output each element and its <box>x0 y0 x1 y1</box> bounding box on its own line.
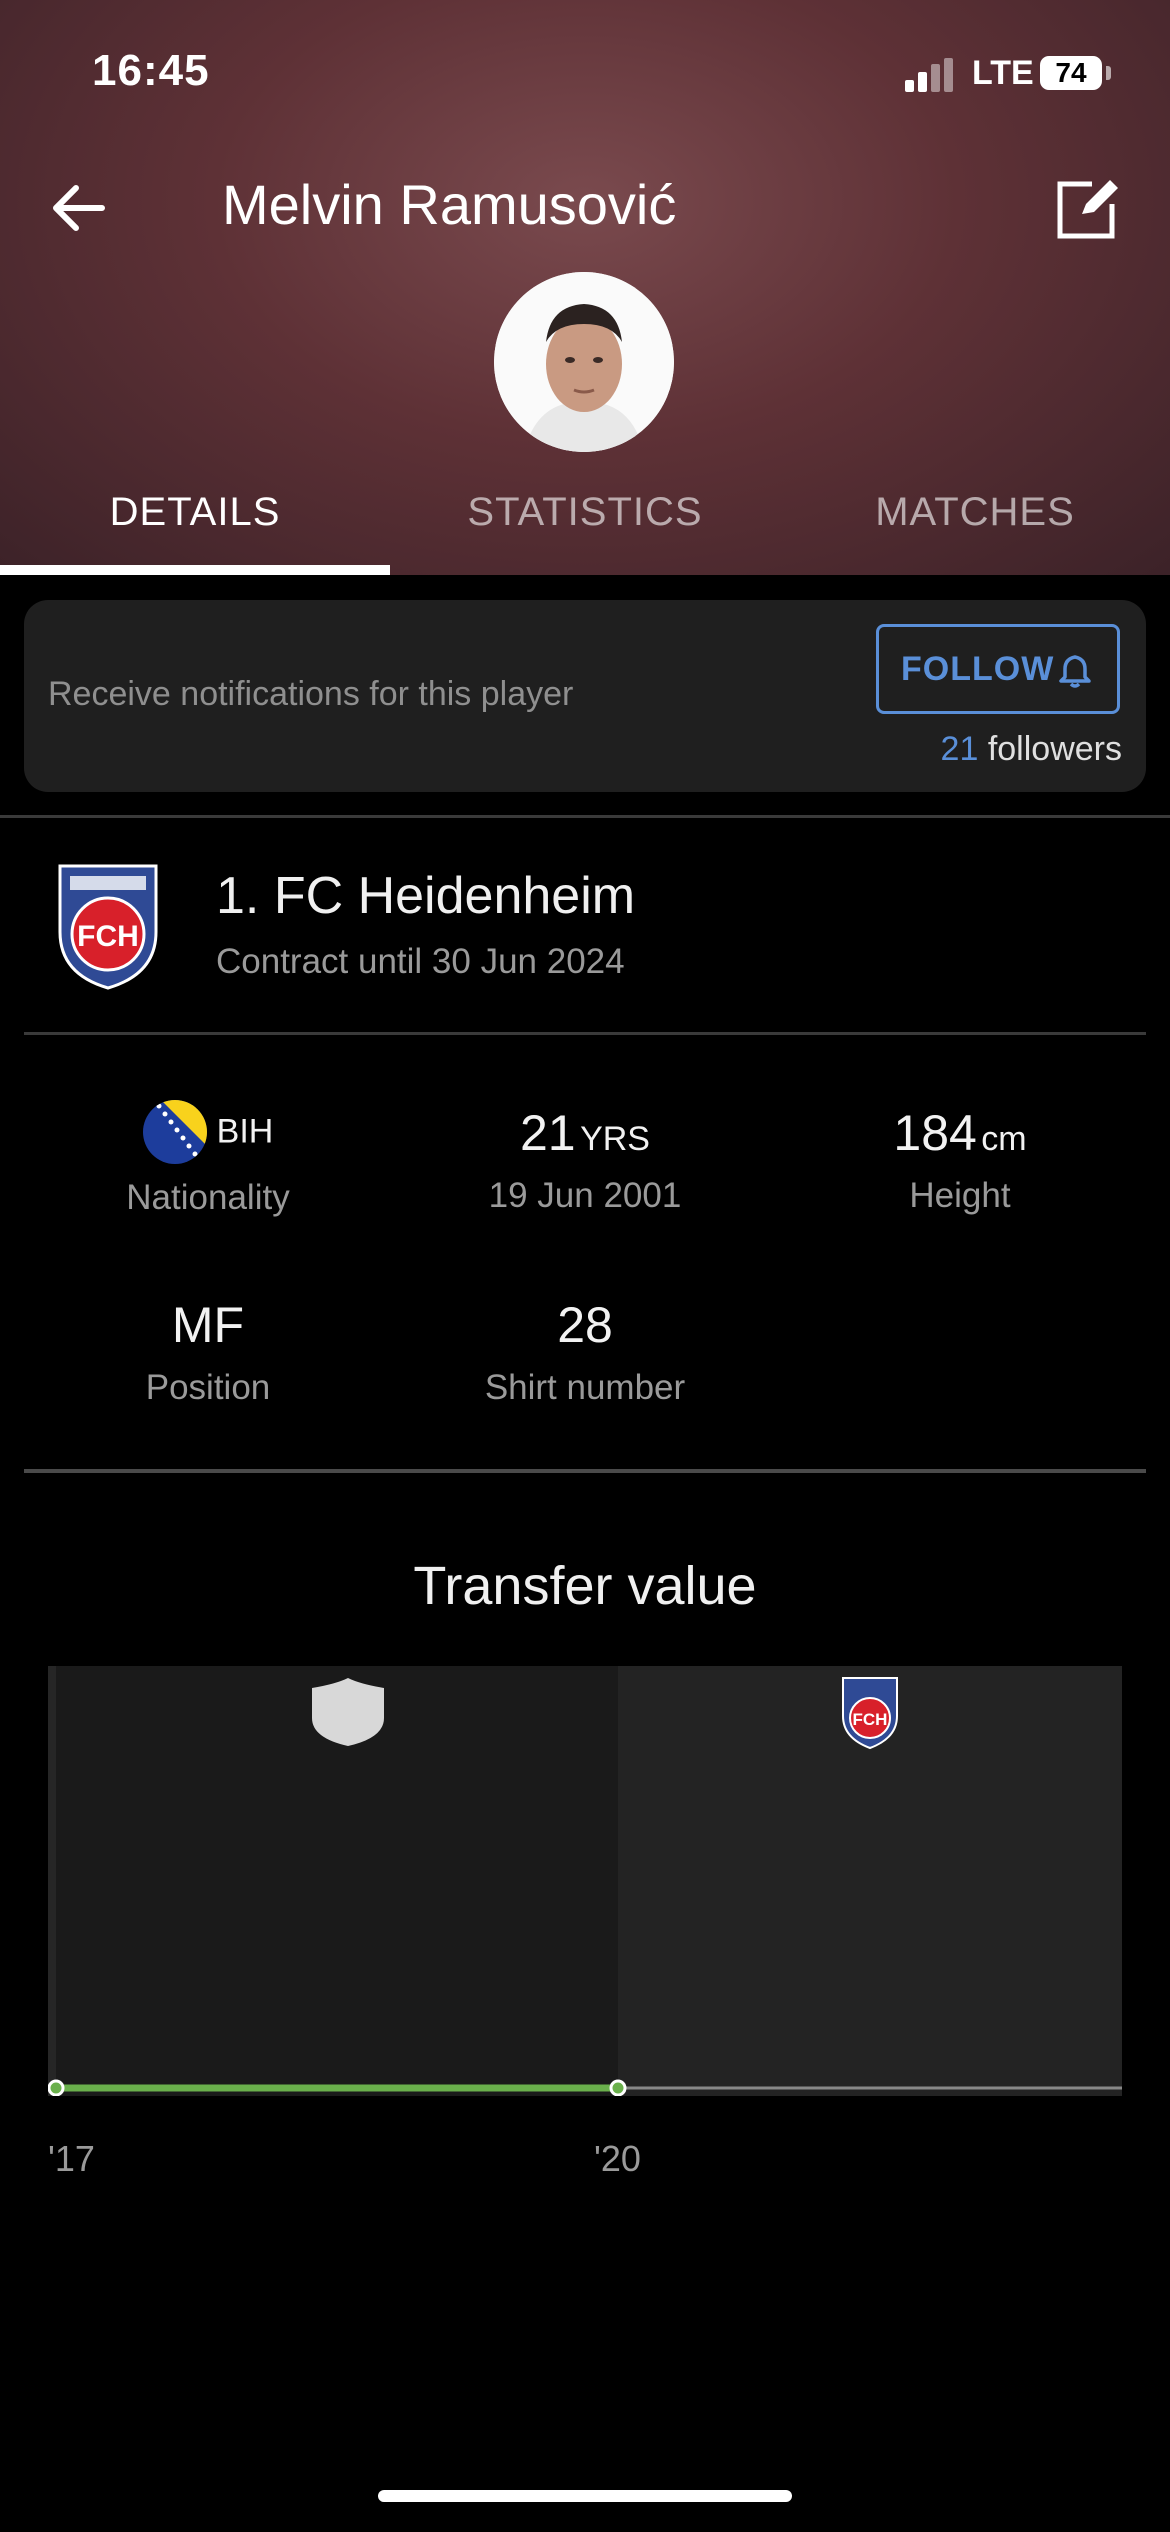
network-type: LTE <box>972 54 1034 92</box>
height-label: Height <box>909 1176 1011 1215</box>
contract-text: Contract until 30 Jun 2024 <box>216 942 625 981</box>
notification-text: Receive notifications for this player <box>48 675 574 713</box>
followers-count: 21 followers <box>941 730 1122 769</box>
birth-date: 19 Jun 2001 <box>488 1176 682 1215</box>
tab-details[interactable]: DETAILS <box>0 490 390 535</box>
age-value: 21 <box>520 1105 576 1161</box>
x-axis-label: '17 <box>48 2138 95 2179</box>
battery-tip <box>1106 66 1111 80</box>
height-stat: 184 cm Height <box>770 1104 1150 1216</box>
svg-text:FCH: FCH <box>853 1710 888 1729</box>
height-unit: cm <box>981 1120 1027 1158</box>
height-value: 184 <box>893 1105 977 1161</box>
x-axis-label: '20 <box>594 2138 641 2179</box>
nationality-stat: BIH Nationality <box>18 1100 398 1218</box>
bell-icon <box>1059 655 1091 688</box>
club-logo[interactable]: FCH <box>56 862 160 990</box>
follow-button[interactable]: FOLLOW <box>876 624 1120 714</box>
battery-icon: 74 <box>1040 56 1102 90</box>
player-avatar <box>494 272 674 452</box>
follow-label: FOLLOW <box>901 650 1055 688</box>
tab-indicator <box>0 565 390 575</box>
page-title: Melvin Ramusović <box>222 173 677 236</box>
position-label: Position <box>145 1368 271 1407</box>
age-unit: YRS <box>580 1120 650 1158</box>
transfer-value-chart: FCH <box>48 1666 1122 2096</box>
signal-icon <box>905 58 955 92</box>
back-arrow-icon[interactable] <box>46 176 110 240</box>
age-stat: 21 YRS 19 Jun 2001 <box>395 1104 775 1216</box>
tab-statistics[interactable]: STATISTICS <box>390 490 780 535</box>
data-point <box>48 2079 65 2096</box>
home-indicator[interactable] <box>378 2490 792 2502</box>
club-name[interactable]: 1. FC Heidenheim <box>216 866 635 926</box>
club-logo-small: FCH <box>842 1677 898 1750</box>
bosnia-flag-icon <box>142 1100 207 1164</box>
notification-card: Receive notifications for this player FO… <box>24 600 1146 792</box>
tab-bar: DETAILS STATISTICS MATCHES <box>0 470 1170 575</box>
transfer-value-title: Transfer value <box>413 1556 757 1616</box>
nationality-value: BIH <box>216 1112 274 1151</box>
club-logo-text: FCH <box>77 920 139 953</box>
status-time: 16:45 <box>92 46 210 95</box>
tab-matches[interactable]: MATCHES <box>780 490 1170 535</box>
shirt-stat: 28 Shirt number <box>395 1296 775 1408</box>
shirt-value: 28 <box>557 1297 613 1353</box>
edit-icon[interactable] <box>1052 172 1124 244</box>
nationality-label: Nationality <box>126 1178 290 1217</box>
followers-number: 21 <box>940 730 979 768</box>
position-stat: MF Position <box>18 1296 398 1408</box>
data-point <box>609 2079 627 2096</box>
unknown-club-shield-icon <box>312 1678 384 1746</box>
followers-label: followers <box>987 730 1122 768</box>
divider <box>24 1032 1146 1035</box>
divider <box>24 1469 1146 1473</box>
shirt-label: Shirt number <box>484 1368 686 1407</box>
divider <box>0 815 1170 818</box>
position-value: MF <box>171 1297 245 1353</box>
